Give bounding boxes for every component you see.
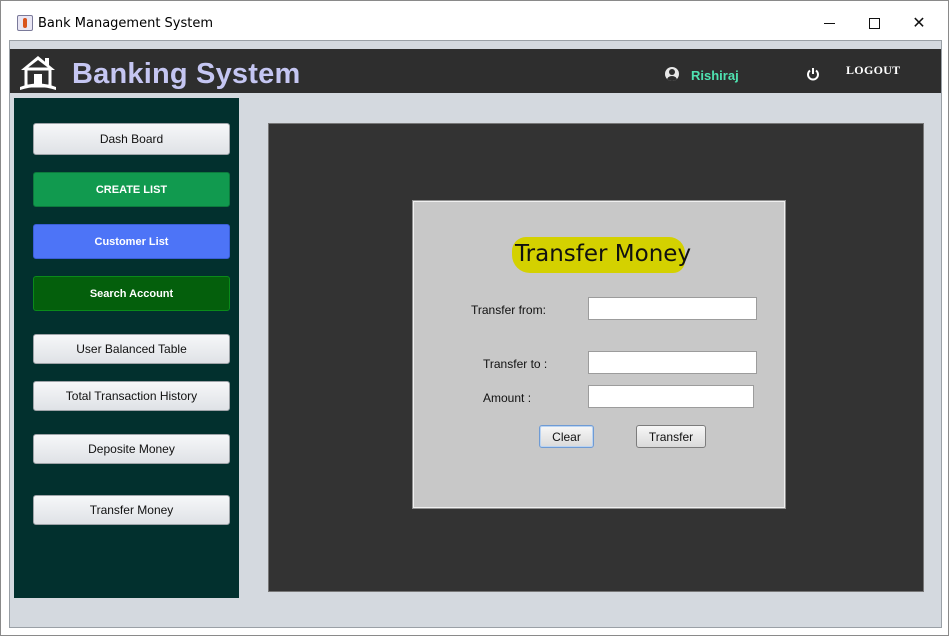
- main-panel: Transfer Money Transfer from: Transfer t…: [268, 123, 924, 592]
- user-icon: [665, 67, 679, 81]
- transfer-button[interactable]: Transfer: [636, 425, 706, 448]
- power-icon[interactable]: [806, 67, 820, 81]
- transfer-from-label: Transfer from:: [471, 303, 546, 317]
- nav-transfer-money-button[interactable]: Transfer Money: [33, 495, 230, 525]
- transfer-from-input[interactable]: [588, 297, 757, 320]
- nav-dashboard-button[interactable]: Dash Board: [33, 123, 230, 155]
- logout-button[interactable]: LOGOUT: [846, 63, 900, 78]
- nav-deposite-money-button[interactable]: Deposite Money: [33, 434, 230, 464]
- nav-search-account-button[interactable]: Search Account: [33, 276, 230, 311]
- sidebar: Dash Board CREATE LIST Customer List Sea…: [14, 98, 239, 598]
- transfer-to-input[interactable]: [588, 351, 757, 374]
- maximize-button[interactable]: [852, 9, 896, 37]
- close-button[interactable]: ✕: [897, 9, 941, 37]
- nav-create-list-button[interactable]: CREATE LIST: [33, 172, 230, 207]
- nav-user-balanced-table-button[interactable]: User Balanced Table: [33, 334, 230, 364]
- minimize-button[interactable]: [807, 9, 851, 37]
- brand-title: Banking System: [72, 58, 301, 90]
- nav-total-transaction-history-button[interactable]: Total Transaction History: [33, 381, 230, 411]
- app-header: Banking System Rishiraj LOGOUT: [10, 49, 941, 93]
- amount-label: Amount :: [483, 391, 532, 405]
- maximize-icon: [868, 17, 880, 29]
- form-title: Transfer Money: [515, 241, 692, 267]
- amount-input[interactable]: [588, 385, 754, 408]
- minimize-icon: [823, 22, 835, 24]
- java-app-icon: [17, 15, 33, 31]
- transfer-to-label: Transfer to :: [483, 357, 548, 371]
- title-bar: Bank Management System ✕: [1, 1, 948, 39]
- close-icon: ✕: [912, 15, 926, 32]
- nav-customer-list-button[interactable]: Customer List: [33, 224, 230, 259]
- content-area: Banking System Rishiraj LOGOUT Dash Boar…: [9, 40, 942, 628]
- clear-button[interactable]: Clear: [539, 425, 594, 448]
- app-window: Bank Management System ✕ Banking System …: [0, 0, 949, 636]
- bank-logo-icon: [20, 56, 56, 90]
- user-name: Rishiraj: [691, 68, 739, 83]
- transfer-form-card: Transfer Money Transfer from: Transfer t…: [412, 200, 786, 509]
- window-title: Bank Management System: [38, 16, 214, 31]
